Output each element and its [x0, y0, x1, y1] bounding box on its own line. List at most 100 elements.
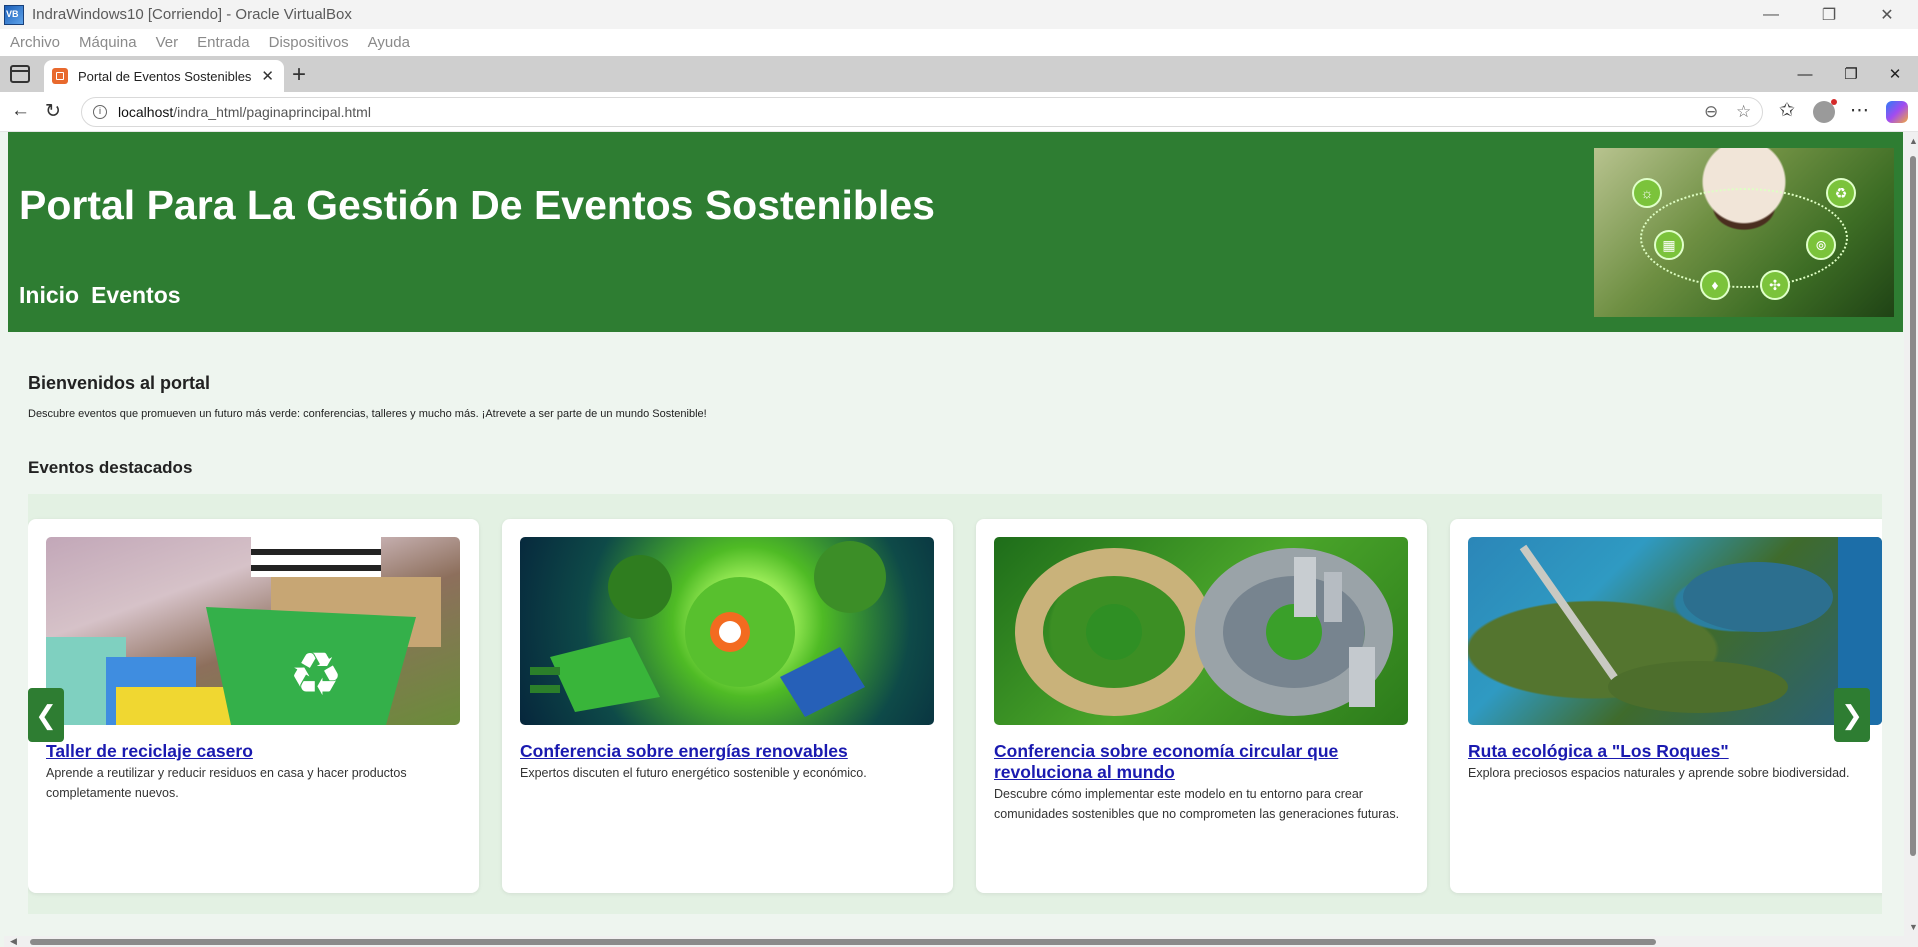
more-options-icon[interactable]: ⋯: [1850, 99, 1869, 122]
green-globe-left: [1086, 604, 1142, 660]
browser-minimize-button[interactable]: —: [1782, 56, 1828, 92]
url-host: localhost: [118, 104, 174, 120]
shirt-stripe: [251, 549, 381, 555]
scroll-up-arrow-icon[interactable]: ▲: [1909, 136, 1918, 146]
solar-panel-icon: ▦: [1654, 230, 1684, 260]
address-bar[interactable]: i localhost/indra_html/paginaprincipal.h…: [81, 97, 1763, 127]
recycling-workshop-image: ♻: [46, 537, 460, 725]
virtualbox-logo-icon: [4, 4, 24, 25]
water-drop-icon: ♦: [1700, 270, 1730, 300]
recycle-symbol-icon: ♻: [289, 640, 343, 710]
solar-panel: [780, 647, 865, 717]
virtualbox-menubar: Archivo Máquina Ver Entrada Dispositivos…: [0, 29, 1918, 56]
lightbulb-icon: ☼: [1632, 178, 1662, 208]
event-card: Conferencia sobre economía circular que …: [976, 519, 1427, 893]
favorites-icon[interactable]: ✩: [1779, 99, 1795, 122]
vbox-menu-ayuda[interactable]: Ayuda: [368, 34, 410, 51]
event-card: ♻ Taller de reciclaje casero Aprende a r…: [28, 519, 479, 893]
carousel-prev-button[interactable]: ❮: [28, 688, 64, 742]
tree-crown: [608, 555, 672, 619]
los-roques-image: [1468, 537, 1882, 725]
featured-heading: Eventos destacados: [28, 458, 193, 477]
events-carousel: ♻ Taller de reciclaje casero Aprende a r…: [28, 494, 1882, 914]
vertical-scroll-thumb[interactable]: [1910, 156, 1916, 856]
vbox-restore-button[interactable]: ❐: [1800, 0, 1858, 29]
horizontal-scroll-thumb[interactable]: [30, 939, 1656, 945]
copilot-icon[interactable]: [1886, 101, 1908, 123]
virtualbox-titlebar: IndraWindows10 [Corriendo] - Oracle Virt…: [0, 0, 1918, 29]
scroll-left-arrow-icon[interactable]: ◀: [10, 936, 17, 947]
event-title-link[interactable]: Ruta ecológica a "Los Roques": [1468, 741, 1882, 762]
vbox-menu-archivo[interactable]: Archivo: [10, 34, 60, 51]
lagoon: [1683, 562, 1833, 632]
circular-economy-image: [994, 537, 1408, 725]
city-building: [1324, 572, 1342, 622]
browser-close-button[interactable]: ✕: [1872, 56, 1918, 92]
event-card: Ruta ecológica a "Los Roques" Explora pr…: [1450, 519, 1882, 893]
recycle-icon: ♻: [1826, 178, 1856, 208]
circular-economy-art: [1015, 548, 1393, 716]
site-header: Portal Para La Gestión De Eventos Sosten…: [8, 132, 1903, 332]
vbox-menu-entrada[interactable]: Entrada: [197, 34, 250, 51]
plug-pin: [530, 685, 560, 693]
browser-tabstrip: Portal de Eventos Sostenibles ✕ +: [0, 56, 1918, 92]
nav-link-eventos[interactable]: Eventos: [91, 282, 180, 309]
city-building: [1294, 557, 1316, 617]
los-roques-art: [1519, 537, 1882, 725]
shirt-stripe: [251, 565, 381, 571]
hero-sustainability-image: ☼ ♻ ▦ ⊚ ♦ ✣: [1594, 148, 1894, 317]
vbox-minimize-button[interactable]: —: [1742, 0, 1800, 29]
carousel-next-button[interactable]: ❯: [1834, 688, 1870, 742]
bicycle-icon: ⊚: [1806, 230, 1836, 260]
recycling-workshop-art: ♻: [46, 537, 441, 725]
new-tab-icon[interactable]: +: [292, 61, 306, 89]
green-plug: [550, 637, 660, 712]
event-description: Explora preciosos espacios naturales y a…: [1468, 766, 1850, 780]
vbox-menu-ver[interactable]: Ver: [156, 34, 179, 51]
back-arrow-icon[interactable]: ←: [11, 100, 30, 122]
event-description: Descubre cómo implementar este modelo en…: [994, 787, 1400, 821]
scroll-down-arrow-icon[interactable]: ▼: [1909, 922, 1918, 932]
event-card: Conferencia sobre energías renovables Ex…: [502, 519, 953, 893]
renewable-energy-art: [530, 541, 886, 717]
vbox-menu-maquina[interactable]: Máquina: [79, 34, 137, 51]
window-title: IndraWindows10 [Corriendo] - Oracle Virt…: [32, 6, 352, 23]
tab-close-icon[interactable]: ✕: [261, 67, 274, 85]
page-viewport: Portal Para La Gestión De Eventos Sosten…: [0, 132, 1918, 947]
tree-crown: [814, 541, 886, 613]
event-title-link[interactable]: Conferencia sobre economía circular que …: [994, 741, 1408, 783]
orange-ring-center: [719, 621, 741, 643]
vertical-scrollbar[interactable]: ▲ ▼: [1904, 132, 1918, 947]
site-info-icon[interactable]: i: [93, 105, 107, 119]
browser-toolbar: ← ↻ i localhost/indra_html/paginaprincip…: [0, 92, 1918, 132]
browser-restore-button[interactable]: ❐: [1828, 56, 1874, 92]
nav-link-inicio[interactable]: Inicio: [19, 282, 79, 309]
refresh-icon[interactable]: ↻: [45, 100, 61, 123]
horizontal-scrollbar[interactable]: ◀: [4, 936, 1904, 947]
welcome-heading: Bienvenidos al portal: [28, 373, 211, 393]
event-description: Aprende a reutilizar y reducir residuos …: [46, 766, 407, 800]
site-nav: Inicio Eventos: [19, 282, 181, 309]
favorite-star-icon[interactable]: ☆: [1736, 102, 1751, 122]
tab-favicon-icon: [52, 68, 68, 84]
browser-tab[interactable]: Portal de Eventos Sostenibles ✕: [44, 60, 284, 92]
url-path: /indra_html/paginaprincipal.html: [173, 104, 371, 120]
tab-actions-icon[interactable]: [10, 65, 30, 83]
zoom-out-icon[interactable]: ⊖: [1704, 102, 1718, 122]
site-title: Portal Para La Gestión De Eventos Sosten…: [19, 182, 935, 228]
welcome-text: Descubre eventos que promueven un futuro…: [28, 408, 707, 420]
city-building: [1349, 647, 1375, 707]
profile-avatar-icon[interactable]: [1813, 99, 1837, 123]
event-title-link[interactable]: Taller de reciclaje casero: [46, 741, 460, 762]
address-url: localhost/indra_html/paginaprincipal.htm…: [118, 104, 371, 120]
plug-pin: [530, 667, 560, 675]
wind-turbine-icon: ✣: [1760, 270, 1790, 300]
event-description: Expertos discuten el futuro energético s…: [520, 766, 867, 780]
event-title-link[interactable]: Conferencia sobre energías renovables: [520, 741, 934, 762]
renewable-energy-image: [520, 537, 934, 725]
vbox-menu-dispositivos[interactable]: Dispositivos: [269, 34, 349, 51]
tab-title: Portal de Eventos Sostenibles: [78, 68, 252, 84]
island-vegetation: [1608, 661, 1788, 713]
runway: [1519, 544, 1632, 700]
vbox-close-button[interactable]: ✕: [1858, 0, 1916, 29]
